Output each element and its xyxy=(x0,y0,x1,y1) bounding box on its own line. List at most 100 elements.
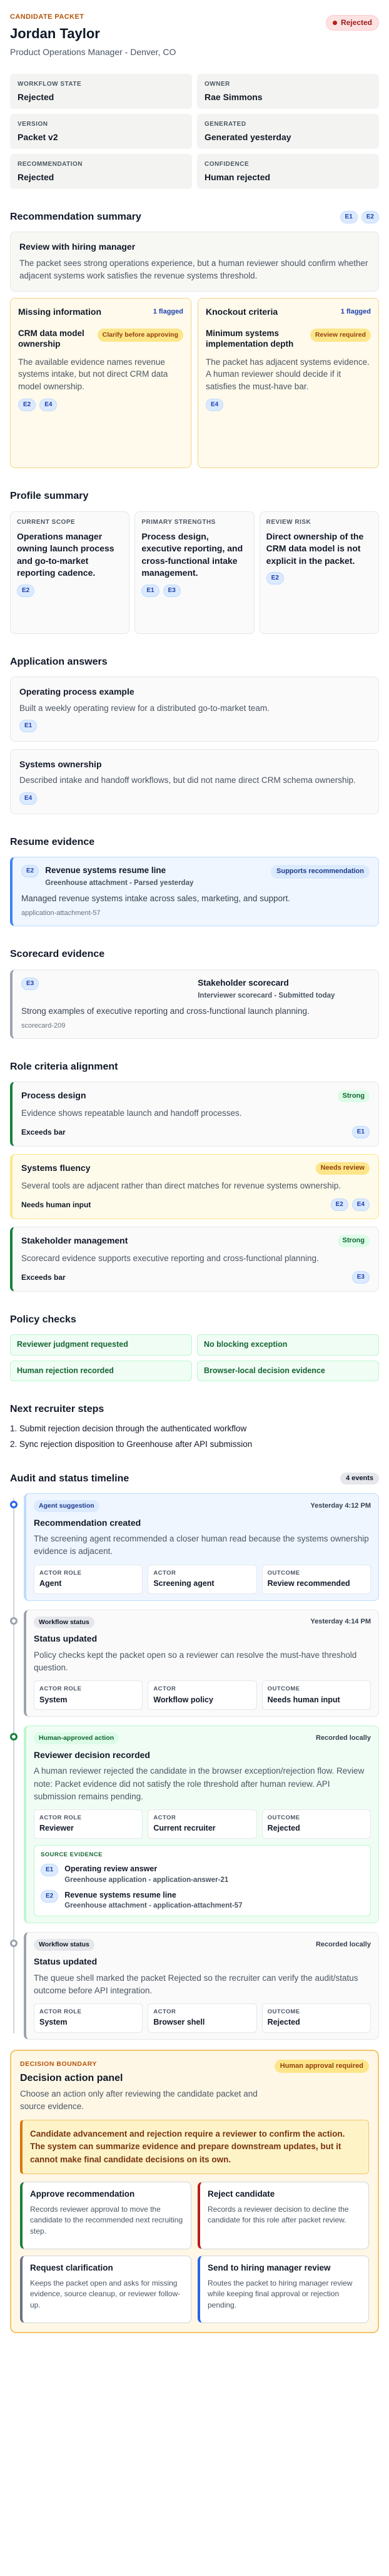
evidence-body: Managed revenue systems intake across sa… xyxy=(21,894,290,904)
flag-card-title: Missing information xyxy=(18,307,101,317)
meta-label: OUTCOME xyxy=(267,1814,300,1822)
evidence-chip[interactable]: E4 xyxy=(39,399,58,412)
criteria-body: Several tools are adjacent rather than d… xyxy=(21,1180,341,1190)
timeline-dot-icon xyxy=(10,1617,18,1625)
decision-eyebrow: DECISION BOUNDARY xyxy=(20,2060,97,2068)
evidence-chip[interactable]: E4 xyxy=(206,399,224,412)
scorecard-evidence-section: Scorecard evidence E3 Stakeholder scorec… xyxy=(10,948,379,1040)
candidate-role: Product Operations Manager - Denver, CO xyxy=(10,47,176,58)
outcome: Needs human input xyxy=(267,1695,340,1704)
event-time: Yesterday 4:12 PM xyxy=(310,1501,371,1510)
meta-label: OUTCOME xyxy=(267,2008,300,2016)
evidence-chip[interactable]: E4 xyxy=(351,1199,370,1212)
meta-label: ACTOR xyxy=(153,1814,176,1822)
supports-badge: Supports recommendation xyxy=(271,865,370,879)
source-evidence-item[interactable]: E1 Operating review answer Greenhouse ap… xyxy=(41,1864,364,1885)
criteria-result: Exceeds bar xyxy=(21,1127,66,1137)
scorecard-evidence-card[interactable]: E3 Stakeholder scorecard Interviewer sco… xyxy=(10,969,379,1040)
section-title: Profile summary xyxy=(10,491,89,502)
decision-description: Choose an action only after reviewing th… xyxy=(20,2089,258,2111)
criteria-title: Stakeholder management xyxy=(21,1235,128,1246)
section-title: Policy checks xyxy=(10,1314,76,1325)
outcome: Rejected xyxy=(267,1824,300,1833)
reject-candidate-button[interactable]: Reject candidate Records a reviewer deci… xyxy=(198,2181,369,2249)
flag-subtitle: Minimum systems implementation depth xyxy=(206,328,294,349)
criteria-card-systems-fluency: Systems fluency Needs review Several too… xyxy=(10,1154,379,1220)
evidence-chip[interactable]: E2 xyxy=(361,210,379,223)
evidence-chip[interactable]: E1 xyxy=(141,585,159,598)
packet-header: CANDIDATE PACKET Jordan Taylor Product O… xyxy=(10,6,379,59)
meta-confidence: CONFIDENCE Human rejected xyxy=(197,153,379,189)
event-type-badge: Workflow status xyxy=(34,1939,94,1951)
profile-value: Operations manager owning launch process… xyxy=(17,531,114,578)
meta-label: ACTOR ROLE xyxy=(39,1814,82,1822)
request-clarification-button[interactable]: Request clarification Keeps the packet o… xyxy=(20,2255,191,2323)
source-sub: Greenhouse application - application-ans… xyxy=(64,1876,229,1884)
outcome: Review recommended xyxy=(267,1579,350,1588)
flag-badge: Review required xyxy=(310,328,371,342)
evidence-chip[interactable]: E1 xyxy=(19,719,38,732)
meta-label: OUTCOME xyxy=(267,1685,300,1693)
evidence-chip[interactable]: E2 xyxy=(18,399,36,412)
criteria-card-process-design: Process design Strong Evidence shows rep… xyxy=(10,1081,379,1147)
evidence-chip[interactable]: E4 xyxy=(19,792,38,805)
evidence-chip[interactable]: E2 xyxy=(17,585,35,598)
source-evidence-item[interactable]: E2 Revenue systems resume line Greenhous… xyxy=(41,1889,364,1911)
criteria-card-stakeholder-management: Stakeholder management Strong Scorecard … xyxy=(10,1227,379,1292)
review-body: The packet sees strong operations experi… xyxy=(19,258,368,281)
event-title: Reviewer decision recorded xyxy=(34,1749,150,1760)
profile-value: Process design, executive reporting, and… xyxy=(141,531,243,578)
recommendation-summary-section: Recommendation summary E1 E2 Review with… xyxy=(10,210,379,469)
source-evidence-box: SOURCE EVIDENCE E1 Operating review answ… xyxy=(34,1844,371,1917)
section-title: Audit and status timeline xyxy=(10,1473,129,1484)
answer-card: Systems ownership Described intake and h… xyxy=(10,749,379,814)
timeline-line xyxy=(13,1498,14,2033)
evidence-chip[interactable]: E3 xyxy=(21,977,39,990)
resume-evidence-card[interactable]: E2 Revenue systems resume line Greenhous… xyxy=(10,857,379,927)
evidence-chip[interactable]: E2 xyxy=(21,865,39,878)
answer-card: Operating process example Built a weekly… xyxy=(10,677,379,742)
meta-label: ACTOR ROLE xyxy=(39,1685,82,1693)
event-title: Status updated xyxy=(34,1956,98,1967)
meta-label: ACTOR xyxy=(153,1569,176,1577)
action-description: Records reviewer approval to move the ca… xyxy=(30,2204,183,2236)
actor: Workflow policy xyxy=(153,1695,213,1704)
actor: Current recruiter xyxy=(153,1824,216,1833)
evidence-chip[interactable]: E3 xyxy=(351,1270,370,1284)
next-step-item: 1. Submit rejection decision through the… xyxy=(10,1423,247,1433)
evidence-chip[interactable]: E3 xyxy=(163,585,181,598)
human-approval-badge: Human approval required xyxy=(274,2059,369,2073)
meta-label: ACTOR ROLE xyxy=(39,2008,82,2016)
evidence-chip[interactable]: E1 xyxy=(340,210,358,223)
flag-card-title: Knockout criteria xyxy=(206,307,278,317)
meta-value: Rejected xyxy=(18,91,54,102)
evidence-chip[interactable]: E1 xyxy=(351,1126,370,1139)
meta-label: OUTCOME xyxy=(267,1569,300,1577)
meta-label: WORKFLOW STATE xyxy=(18,80,82,88)
event-time: Recorded locally xyxy=(315,1734,371,1742)
timeline-event: Agent suggestion Yesterday 4:12 PM Recom… xyxy=(10,1493,379,1601)
approve-recommendation-button[interactable]: Approve recommendation Records reviewer … xyxy=(20,2181,191,2249)
evidence-chip[interactable]: E2 xyxy=(41,1889,59,1903)
actor: Screening agent xyxy=(153,1579,215,1588)
meta-value: Human rejected xyxy=(205,171,271,182)
evidence-chip[interactable]: E1 xyxy=(41,1864,59,1877)
event-time: Yesterday 4:14 PM xyxy=(310,1618,371,1626)
meta-label: CONFIDENCE xyxy=(205,160,250,168)
actor-role: Agent xyxy=(39,1579,62,1588)
action-description: Routes the packet to hiring manager revi… xyxy=(208,2278,353,2309)
section-title: Application answers xyxy=(10,656,108,667)
policy-check: Human rejection recorded xyxy=(10,1360,192,1382)
criteria-badge: Strong xyxy=(337,1235,370,1247)
evidence-ref: application-attachment-57 xyxy=(21,909,101,917)
meta-recommendation: RECOMMENDATION Rejected xyxy=(10,153,192,189)
hiring-manager-review-button[interactable]: Send to hiring manager review Routes the… xyxy=(198,2255,369,2323)
profile-card-current-scope: CURRENT SCOPE Operations manager owning … xyxy=(10,511,130,634)
evidence-chip[interactable]: E2 xyxy=(266,572,284,585)
evidence-chip[interactable]: E2 xyxy=(330,1199,348,1212)
meta-label: VERSION xyxy=(18,120,48,128)
profile-card-primary-strengths: PRIMARY STRENGTHS Process design, execut… xyxy=(134,511,255,634)
decision-action-panel: DECISION BOUNDARY Decision action panel … xyxy=(10,2049,379,2333)
event-title: Status updated xyxy=(34,1633,98,1644)
action-description: Keeps the packet open and asks for missi… xyxy=(30,2278,181,2309)
